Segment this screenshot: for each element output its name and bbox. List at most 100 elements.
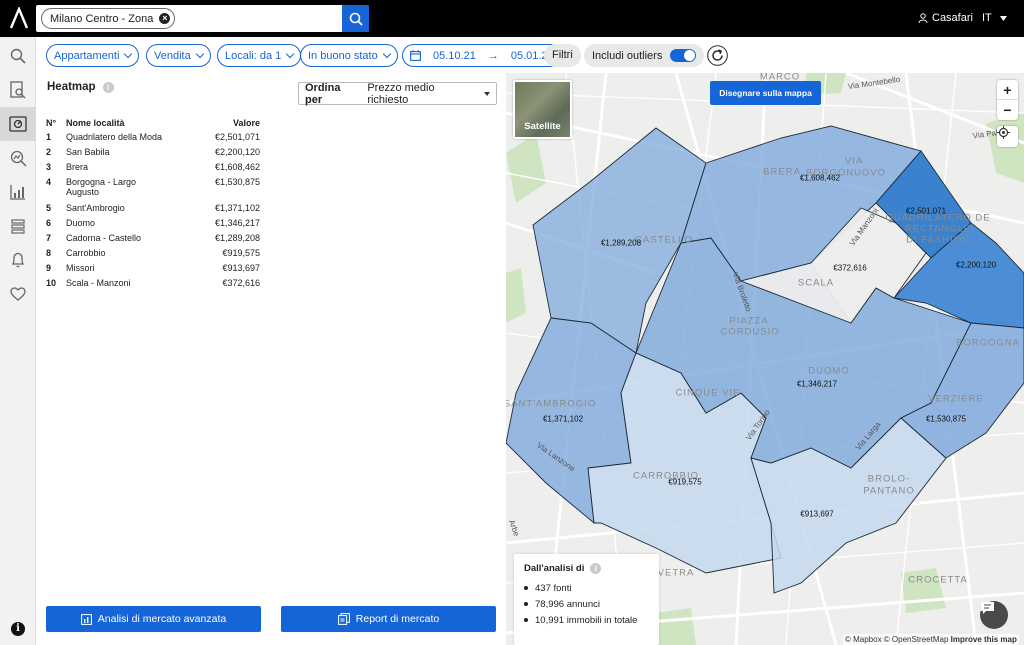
district-label: RECTANGLE: [904, 223, 972, 235]
chevron-down-icon: [124, 49, 133, 59]
nav-valuation[interactable]: [0, 141, 36, 175]
language-label: IT: [982, 12, 992, 24]
advanced-analysis-button[interactable]: Analisi di mercato avanzata: [46, 606, 261, 632]
condition-label: In buono stato: [308, 49, 378, 62]
outliers-toggle-group[interactable]: Includi outliers: [584, 44, 705, 67]
row-value: €1,289,208: [214, 233, 260, 243]
district-label: PANTANO: [863, 485, 915, 497]
district-label: CINQUE VIE: [675, 387, 741, 399]
table-row[interactable]: 5 Sant'Ambrogio €1,371,102: [46, 203, 260, 218]
remove-chip-icon[interactable]: ×: [159, 13, 171, 24]
outliers-label: Includi outliers: [592, 49, 663, 62]
summary-item-text: 10,991 immobili in totale: [535, 614, 638, 626]
table-row[interactable]: 4 Borgogna - Largo Augusto €1,530,875: [46, 177, 260, 203]
summary-header: Dall'analisi di i: [524, 563, 649, 574]
nav-property-search[interactable]: [0, 73, 36, 107]
outliers-toggle[interactable]: [670, 49, 697, 62]
satellite-toggle[interactable]: Satellite: [513, 80, 572, 139]
casafari-logo-icon[interactable]: [9, 7, 29, 29]
draw-on-map-button[interactable]: Disegnare sulla mappa: [710, 81, 821, 105]
zoom-out-button[interactable]: −: [997, 100, 1018, 120]
search-bar[interactable]: Milano Centro - Zona ×: [36, 5, 369, 32]
heatmap-title-text: Heatmap: [47, 81, 96, 93]
row-name: San Babila: [66, 147, 110, 157]
row-name: Carrobbio: [66, 248, 106, 258]
search-button[interactable]: [342, 5, 369, 32]
row-name: Borgogna - Largo Augusto: [66, 177, 137, 197]
table-row[interactable]: 8 Carrobbio €919,575: [46, 248, 260, 263]
summary-item: 10,991 immobili in totale: [524, 612, 649, 628]
district-label: CASTELLO: [635, 234, 693, 246]
more-filters-button[interactable]: Filtri: [544, 44, 581, 67]
location-chip[interactable]: Milano Centro - Zona ×: [41, 8, 176, 29]
table-row[interactable]: 9 Missori €913,697: [46, 263, 260, 278]
chart-doc-icon: [80, 613, 92, 625]
district-label: SCALA: [797, 277, 835, 289]
summary-item: 78,996 annunci: [524, 596, 649, 612]
area-value-verziere: €1,530,875: [925, 414, 967, 424]
chevron-down-icon: [382, 49, 391, 59]
stack-icon: [11, 219, 25, 234]
satellite-label: Satellite: [524, 121, 561, 132]
operation-filter[interactable]: Vendita: [146, 44, 211, 67]
row-value: €372,616: [222, 278, 260, 288]
nav-search[interactable]: [0, 39, 36, 73]
row-name: Cadorna - Castello: [66, 233, 142, 243]
row-rank: 5: [46, 203, 52, 213]
table-row[interactable]: 7 Cadorna - Castello €1,289,208: [46, 233, 260, 248]
nav-statistics[interactable]: [0, 175, 36, 209]
summary-item-text: 78,996 annunci: [535, 598, 600, 610]
bell-icon: [11, 252, 25, 268]
market-report-button[interactable]: Report di mercato: [281, 606, 496, 632]
nav-alerts[interactable]: [0, 243, 36, 277]
row-name: Scala - Manzoni: [66, 278, 131, 288]
table-row[interactable]: 6 Duomo €1,346,217: [46, 218, 260, 233]
row-rank: 8: [46, 248, 52, 258]
district-label: PIAZZA: [729, 315, 769, 327]
sort-select[interactable]: Ordina per Prezzo medio richiesto: [298, 82, 497, 106]
map-attribution[interactable]: © Mapbox © OpenStreetMap Improve this ma…: [843, 634, 1019, 645]
nav-favorites[interactable]: [0, 277, 36, 311]
zoom-controls: + −: [997, 80, 1018, 120]
map-view[interactable]: MARCO BRERA BORGONUOVO VIA CASTELLO SCAL…: [506, 73, 1024, 645]
table-row[interactable]: 10 Scala - Manzoni €372,616: [46, 278, 260, 293]
search-icon: [349, 12, 363, 26]
calendar-icon: [410, 50, 421, 61]
rooms-filter[interactable]: Locali: da 1: [217, 44, 302, 67]
filter-bar: Appartamenti Vendita Locali: da 1 In buo…: [36, 37, 1024, 73]
district-label: VETRA: [657, 567, 695, 579]
property-type-filter[interactable]: Appartamenti: [46, 44, 140, 67]
area-value-duomo: €1,346,217: [796, 379, 838, 389]
chart-search-icon: [10, 150, 27, 167]
area-value-carrobbio: €919,575: [668, 477, 702, 487]
nav-portfolio[interactable]: [0, 209, 36, 243]
zoom-in-button[interactable]: +: [997, 80, 1018, 100]
user-menu[interactable]: Casafari: [918, 12, 973, 24]
district-label: DI FASHION: [906, 234, 970, 246]
table-row[interactable]: 2 San Babila €2,200,120: [46, 147, 260, 162]
table-row[interactable]: 3 Brera €1,608,462: [46, 162, 260, 177]
info-icon[interactable]: i: [11, 622, 25, 636]
improve-map-link[interactable]: Improve this map: [951, 635, 1017, 644]
language-selector[interactable]: IT: [982, 12, 1007, 24]
header-value: Valore: [232, 118, 260, 128]
info-icon[interactable]: i: [590, 563, 602, 574]
user-icon: [918, 13, 928, 23]
date-range-filter[interactable]: 05.10.21 → 05.01.22: [402, 44, 562, 67]
district-label: CORDUSIO: [720, 326, 780, 338]
heatmap-panel: Heatmap i Ordina per Prezzo medio richie…: [36, 73, 506, 645]
feedback-button[interactable]: [980, 601, 1008, 629]
reset-icon[interactable]: [707, 45, 728, 66]
condition-filter[interactable]: In buono stato: [300, 44, 398, 67]
row-value: €1,346,217: [214, 218, 260, 228]
table-row[interactable]: 1 Quadrilatero della Moda €2,501,071: [46, 132, 260, 147]
locate-button[interactable]: [997, 126, 1018, 147]
info-icon[interactable]: i: [102, 81, 114, 93]
row-value: €2,501,071: [214, 132, 260, 142]
row-value: €1,530,875: [214, 177, 260, 187]
nav-market-analysis[interactable]: [0, 107, 36, 141]
row-name: Quadrilatero della Moda: [66, 132, 163, 142]
district-label: CROCETTA: [908, 574, 968, 586]
caret-down-icon: [484, 91, 490, 96]
area-value-sant-ambrogio: €1,371,102: [542, 414, 584, 424]
